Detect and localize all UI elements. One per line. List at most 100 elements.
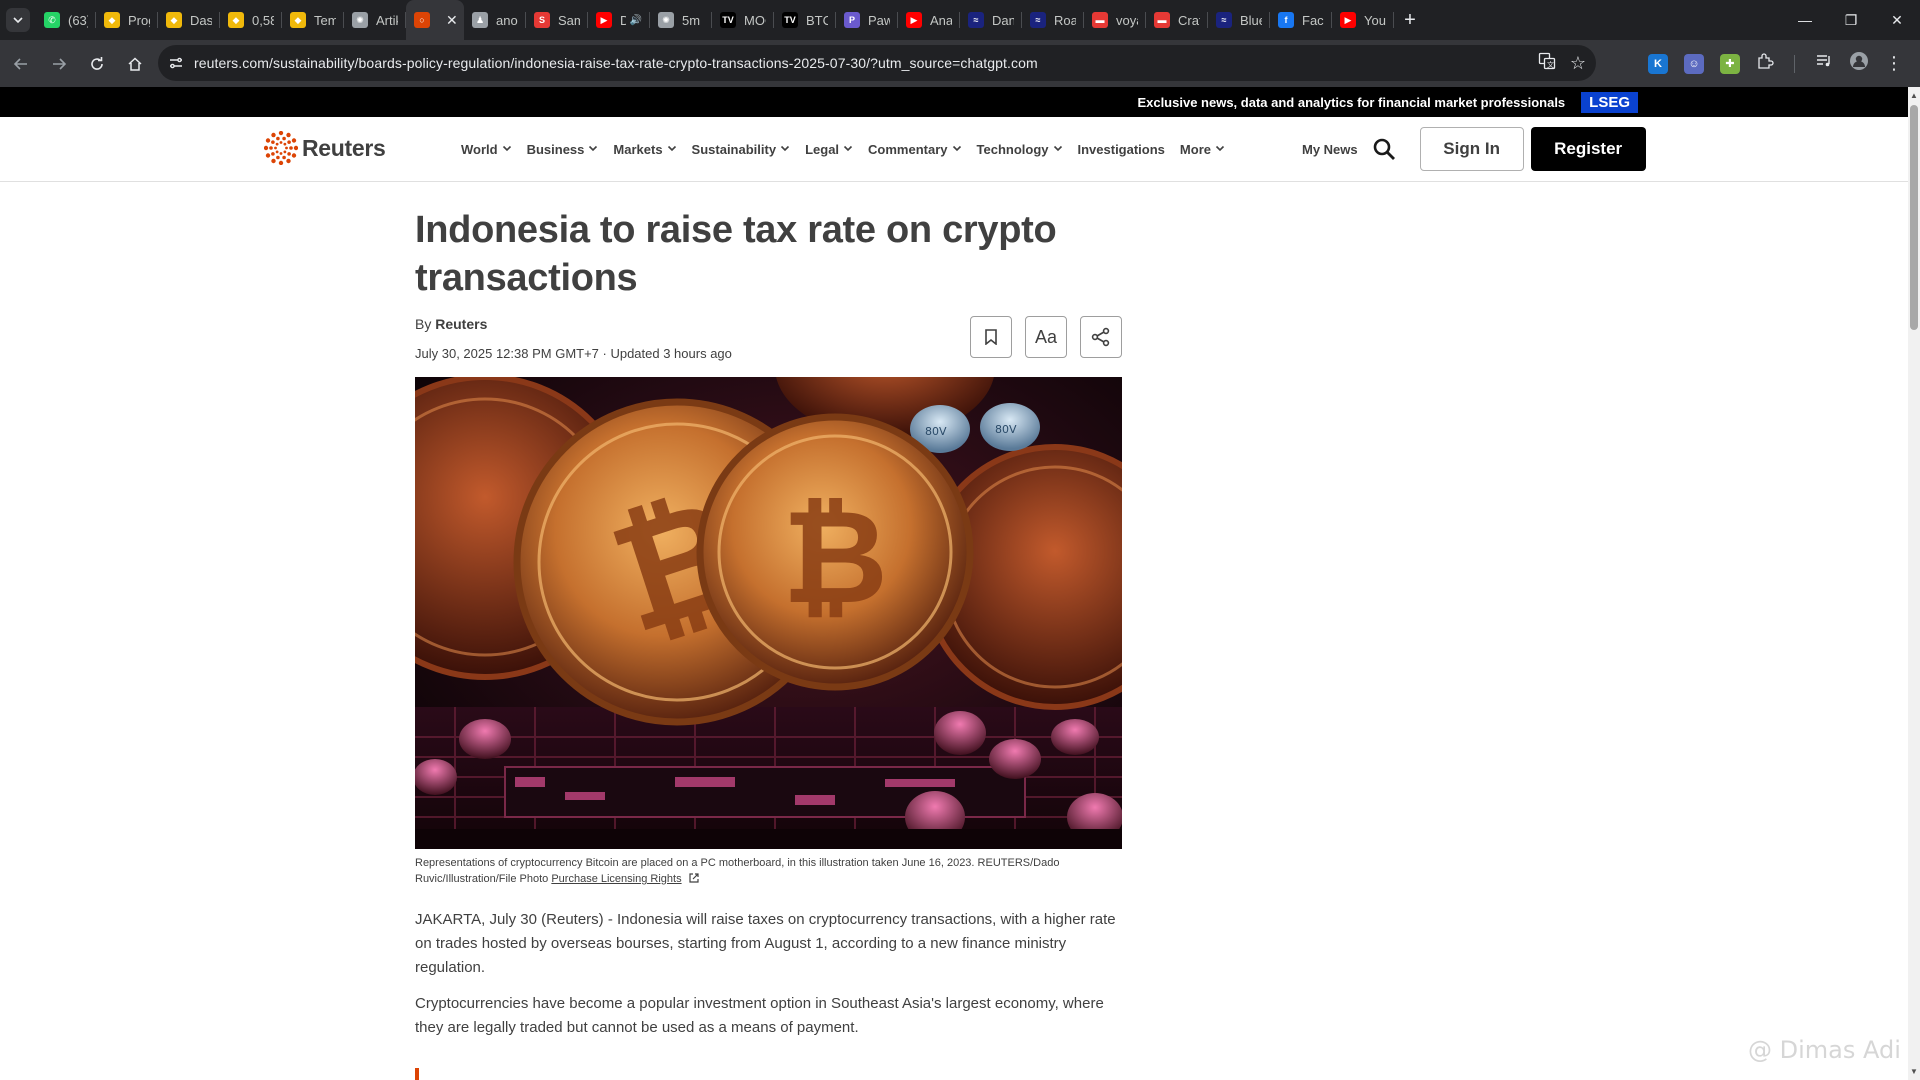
article-actions: Aa (970, 316, 1122, 358)
hero-image[interactable]: 80V 80V ₿ ₿ (415, 377, 1122, 849)
site-header: Reuters World Business Markets Sustainabili… (0, 117, 1908, 182)
lseg-logo[interactable]: LSEG (1581, 91, 1638, 113)
reload-button[interactable] (80, 47, 114, 81)
browser-tab[interactable]: ▶ YouT (1332, 0, 1394, 40)
search-icon[interactable] (1372, 137, 1396, 161)
tab-title: BTC.I (806, 12, 828, 28)
share-icon (1091, 327, 1110, 347)
promo-bar[interactable]: Exclusive news, data and analytics for f… (0, 87, 1908, 117)
tab-favicon-icon: ✺ (352, 12, 368, 28)
browser-tab[interactable]: TV MOC (712, 0, 774, 40)
tab-favicon-icon: ✆ (44, 12, 60, 28)
close-tab-icon[interactable]: ✕ (446, 12, 458, 29)
browser-tab[interactable]: ≈ Road (1022, 0, 1084, 40)
register-button[interactable]: Register (1530, 127, 1646, 171)
browser-tab[interactable]: ♟ ano8 (464, 0, 526, 40)
tab-favicon-icon: ▬ (1154, 12, 1170, 28)
promo-text[interactable]: Exclusive news, data and analytics for f… (1137, 95, 1565, 110)
translate-icon[interactable]: 文 (1538, 52, 1556, 75)
share-button[interactable] (1080, 316, 1122, 358)
media-control-icon[interactable] (1815, 52, 1833, 75)
nav-item-label: Markets (613, 142, 663, 157)
external-link-icon[interactable] (688, 872, 700, 884)
browser-tab[interactable]: ✆ (63) W (36, 0, 96, 40)
browser-tab[interactable]: ▬ voya (1084, 0, 1146, 40)
tab-title: D (620, 12, 626, 28)
browser-tab[interactable]: ○In✕ (406, 0, 464, 40)
browser-tab[interactable]: ≈ Bluef (1208, 0, 1270, 40)
bookmark-star-icon[interactable]: ☆ (1570, 53, 1586, 74)
nav-item-commentary[interactable]: Commentary (868, 142, 961, 157)
extension-icon[interactable]: ✚ (1720, 53, 1740, 74)
extension-icon[interactable]: ☺ (1684, 53, 1704, 74)
nav-item-technology[interactable]: Technology (977, 142, 1063, 157)
home-icon (128, 56, 142, 71)
extension-icon[interactable]: K (1648, 53, 1668, 74)
scrollbar-thumb[interactable] (1910, 105, 1918, 330)
font-size-button[interactable]: Aa (1025, 316, 1067, 358)
nav-item-sustainability[interactable]: Sustainability (692, 142, 791, 157)
tab-search-button[interactable] (0, 0, 36, 40)
browser-menu-icon[interactable]: ⋮ (1885, 53, 1903, 74)
tab-favicon-icon: S (534, 12, 550, 28)
browser-tab[interactable]: P Pawt (836, 0, 898, 40)
browser-tab[interactable]: ▬ Craft (1146, 0, 1208, 40)
close-window-button[interactable]: ✕ (1874, 0, 1920, 40)
article-paragraph: JAKARTA, July 30 (Reuters) - Indonesia w… (415, 911, 1116, 976)
browser-tab[interactable]: ◆ Dasb (158, 0, 220, 40)
nav-item-business[interactable]: Business (527, 142, 599, 157)
minimize-button[interactable]: — (1782, 0, 1828, 40)
chevron-down-icon (780, 143, 790, 156)
browser-tab[interactable]: ≈ Dang (960, 0, 1022, 40)
browser-tab[interactable]: ✺ 5m 1 (650, 0, 712, 40)
scroll-down-arrow[interactable]: ▼ (1910, 1067, 1918, 1076)
profile-avatar-icon[interactable] (1849, 51, 1869, 76)
nav-item-investigations[interactable]: Investigations (1078, 142, 1165, 157)
page-scrollbar[interactable]: ▲ ▼ (1908, 87, 1920, 1080)
article-headline: Indonesia to raise tax rate on crypto tr… (415, 209, 1057, 299)
browser-tab[interactable]: ▶ D 🔊 (588, 0, 650, 40)
purchase-licensing-link[interactable]: Purchase Licensing Rights (551, 873, 681, 885)
extensions-puzzle-icon[interactable] (1756, 52, 1774, 75)
bitcoin-motherboard-photo: 80V 80V ₿ ₿ (415, 377, 1122, 849)
browser-tab[interactable]: f Facel (1270, 0, 1332, 40)
author-link[interactable]: Reuters (435, 316, 487, 332)
nav-item-legal[interactable]: Legal (805, 142, 853, 157)
browser-tab[interactable]: ▶ Anali (898, 0, 960, 40)
browser-tab[interactable]: ◆ Temu (282, 0, 344, 40)
browser-tab[interactable]: ◆ 0,586 (220, 0, 282, 40)
nav-item-label: World (461, 142, 498, 157)
url-text[interactable]: reuters.com/sustainability/boards-policy… (194, 55, 1038, 71)
tab-favicon-icon: ≈ (1216, 12, 1232, 28)
chevron-down-icon (1215, 143, 1225, 156)
arrow-left-icon (13, 57, 27, 70)
reuters-logo[interactable]: Reuters (264, 131, 386, 165)
browser-tab[interactable]: S Same (526, 0, 588, 40)
nav-item-label: Investigations (1077, 142, 1165, 157)
home-button[interactable] (118, 47, 152, 81)
site-info-icon[interactable] (158, 55, 194, 71)
nav-item-label: More (1179, 142, 1211, 157)
save-article-button[interactable] (970, 316, 1012, 358)
svg-text:文: 文 (1547, 60, 1554, 69)
browser-tab[interactable]: ◆ Progr (96, 0, 158, 40)
new-tab-button[interactable]: + (1394, 0, 1426, 40)
address-bar[interactable]: reuters.com/sustainability/boards-policy… (158, 45, 1596, 81)
nav-item-more[interactable]: More (1180, 142, 1225, 157)
tab-title: Same (558, 12, 580, 28)
article-body: JAKARTA, July 30 (Reuters) - Indonesia w… (415, 908, 1122, 1052)
nav-item-world[interactable]: World (461, 142, 512, 157)
browser-tab[interactable]: ✺ Artik (344, 0, 406, 40)
sign-in-button[interactable]: Sign In (1419, 127, 1524, 171)
nav-item-markets[interactable]: Markets (613, 142, 676, 157)
my-news-link[interactable]: My News (1302, 142, 1358, 157)
scroll-up-arrow[interactable]: ▲ (1910, 91, 1918, 100)
toolbar-divider (1794, 54, 1795, 73)
tab-audio-icon[interactable]: 🔊 (630, 15, 642, 26)
browser-tab[interactable]: TV BTC.I (774, 0, 836, 40)
tab-favicon-icon: P (844, 12, 860, 28)
restore-button[interactable]: ❐ (1828, 0, 1874, 40)
back-button[interactable] (4, 47, 38, 81)
forward-button[interactable] (42, 47, 76, 81)
quote-accent-bar (415, 1068, 419, 1080)
